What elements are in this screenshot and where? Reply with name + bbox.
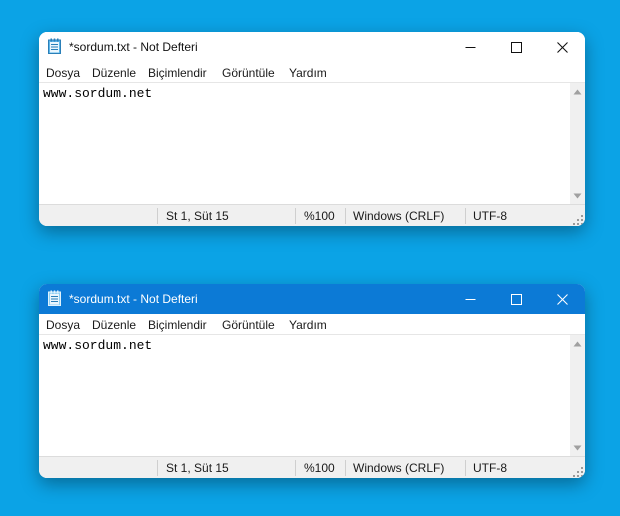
menu-dosya[interactable]: Dosya [46, 318, 80, 332]
window-title: *sordum.txt - Not Defteri [69, 292, 198, 306]
scroll-up-icon [573, 341, 582, 347]
status-encoding: UTF-8 [473, 461, 507, 475]
notepad-icon [48, 38, 61, 54]
menu-bicimlendir[interactable]: Biçimlendir [148, 66, 207, 80]
maximize-button[interactable] [493, 284, 539, 314]
notepad-window-active[interactable]: *sordum.txt - Not Defteri Dosya Düzenle … [39, 284, 585, 478]
status-separator [295, 460, 296, 476]
status-zoom: %100 [304, 209, 335, 223]
close-icon [556, 293, 568, 305]
status-cursor-position: St 1, Süt 15 [166, 209, 229, 223]
close-button[interactable] [539, 284, 585, 314]
status-separator [345, 208, 346, 224]
notepad-window-inactive[interactable]: *sordum.txt - Not Defteri Dosya Düzenle … [39, 32, 585, 226]
status-separator [345, 460, 346, 476]
status-encoding: UTF-8 [473, 209, 507, 223]
menu-yardim[interactable]: Yardım [289, 318, 327, 332]
status-separator [157, 460, 158, 476]
status-zoom: %100 [304, 461, 335, 475]
menu-bicimlendir[interactable]: Biçimlendir [148, 318, 207, 332]
title-bar[interactable]: *sordum.txt - Not Defteri [39, 284, 585, 314]
status-bar: St 1, Süt 15 %100 Windows (CRLF) UTF-8 [39, 204, 585, 226]
scroll-down-icon [573, 445, 582, 451]
scroll-down-icon [573, 193, 582, 199]
status-separator [465, 460, 466, 476]
menu-bar: Dosya Düzenle Biçimlendir Görüntüle Yard… [39, 62, 585, 83]
status-separator [157, 208, 158, 224]
minimize-button[interactable] [447, 284, 493, 314]
maximize-icon [510, 293, 522, 305]
status-separator [295, 208, 296, 224]
close-button[interactable] [539, 32, 585, 62]
resize-grip-icon [573, 215, 583, 225]
minimize-icon [465, 46, 475, 48]
title-bar[interactable]: *sordum.txt - Not Defteri [39, 32, 585, 62]
menu-duzenle[interactable]: Düzenle [92, 318, 136, 332]
maximize-icon [510, 41, 522, 53]
minimize-icon [465, 298, 475, 300]
editor-content[interactable]: www.sordum.net [43, 338, 152, 353]
resize-grip-icon [573, 467, 583, 477]
status-line-ending: Windows (CRLF) [353, 461, 445, 475]
window-title: *sordum.txt - Not Defteri [69, 40, 198, 54]
maximize-button[interactable] [493, 32, 539, 62]
vertical-scrollbar[interactable] [570, 83, 585, 204]
close-icon [556, 41, 568, 53]
menu-goruntule[interactable]: Görüntüle [222, 66, 275, 80]
notepad-icon [48, 290, 61, 306]
status-separator [465, 208, 466, 224]
menu-yardim[interactable]: Yardım [289, 66, 327, 80]
menu-goruntule[interactable]: Görüntüle [222, 318, 275, 332]
status-bar: St 1, Süt 15 %100 Windows (CRLF) UTF-8 [39, 456, 585, 478]
menu-bar: Dosya Düzenle Biçimlendir Görüntüle Yard… [39, 314, 585, 335]
status-cursor-position: St 1, Süt 15 [166, 461, 229, 475]
minimize-button[interactable] [447, 32, 493, 62]
menu-dosya[interactable]: Dosya [46, 66, 80, 80]
vertical-scrollbar[interactable] [570, 335, 585, 456]
status-line-ending: Windows (CRLF) [353, 209, 445, 223]
text-editor[interactable]: www.sordum.net [39, 83, 570, 203]
menu-duzenle[interactable]: Düzenle [92, 66, 136, 80]
text-editor[interactable]: www.sordum.net [39, 335, 570, 455]
editor-content[interactable]: www.sordum.net [43, 86, 152, 101]
scroll-up-icon [573, 89, 582, 95]
